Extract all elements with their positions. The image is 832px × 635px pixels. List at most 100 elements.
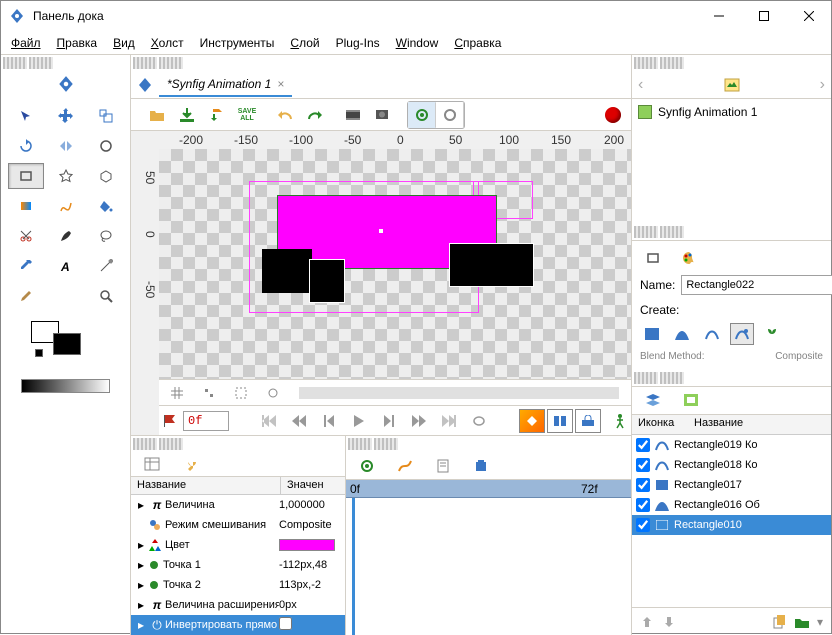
history-tab-icon[interactable] [434, 457, 452, 475]
tool-transform[interactable] [8, 103, 44, 129]
canvas[interactable] [159, 149, 631, 379]
params-header-name[interactable]: Название [131, 477, 281, 494]
maximize-button[interactable] [741, 1, 786, 31]
layers-header-name[interactable]: Название [688, 415, 749, 434]
layer-row[interactable]: Rectangle010 [632, 515, 831, 535]
layer-visible-checkbox[interactable] [636, 458, 650, 472]
params-tab-icon[interactable] [143, 455, 161, 473]
param-row[interactable]: ▸Точка 1-112px,48 [131, 555, 345, 575]
onion-skin-past-button[interactable] [408, 102, 436, 128]
tool-width[interactable] [48, 283, 84, 309]
canvas-browser-icon[interactable] [723, 77, 741, 93]
tool-polygon[interactable] [88, 163, 124, 189]
tool-brush[interactable] [8, 283, 44, 309]
seek-next-key-button[interactable] [407, 410, 431, 432]
canvas-browser-item[interactable]: Synfig Animation 1 [632, 99, 831, 125]
animate-mode-button[interactable] [547, 409, 573, 433]
layer-group-button[interactable] [795, 616, 809, 628]
tool-draw[interactable] [48, 223, 84, 249]
person-icon[interactable] [613, 413, 627, 429]
current-frame-input[interactable] [183, 411, 229, 431]
param-row[interactable]: ▸πВеличина1,000000 [131, 495, 345, 515]
nav-prev-button[interactable]: ‹ [638, 76, 643, 94]
param-row[interactable]: ▸Цвет [131, 535, 345, 555]
toggle-grid-snap-button[interactable] [195, 380, 223, 406]
tool-scale[interactable] [88, 103, 124, 129]
timeline-cursor[interactable] [352, 498, 355, 635]
tool-options-tab[interactable] [644, 249, 662, 267]
layer-lower-button[interactable] [662, 615, 676, 629]
keyframes-tab-icon[interactable] [181, 455, 199, 473]
create-rect-button[interactable] [640, 323, 664, 345]
tool-text[interactable]: A [48, 253, 84, 279]
layers-header-icon[interactable]: Иконка [632, 415, 688, 434]
seek-fwd-button[interactable] [377, 410, 401, 432]
background-color[interactable] [53, 333, 81, 355]
layer-menu-button[interactable]: ▾ [817, 615, 823, 629]
create-adv-outline-button[interactable] [730, 323, 754, 345]
tool-rotate[interactable] [8, 133, 44, 159]
param-row[interactable]: ▸πВеличина расширения0px [131, 595, 345, 615]
create-region-button[interactable] [670, 323, 694, 345]
tool-smooth-move[interactable] [48, 103, 84, 129]
layer-visible-checkbox[interactable] [636, 438, 650, 452]
tool-zoom[interactable] [88, 283, 124, 309]
param-row[interactable]: Режим смешиванияComposite [131, 515, 345, 535]
play-button[interactable] [347, 410, 371, 432]
seek-prev-key-button[interactable] [287, 410, 311, 432]
shape-rectangle-black[interactable] [262, 249, 312, 293]
tool-star[interactable] [48, 163, 84, 189]
param-row[interactable]: ▸⏻Инвертировать прямо [131, 615, 345, 635]
color-chip[interactable] [279, 539, 335, 551]
menu-help[interactable]: Справка [448, 34, 507, 52]
layer-row[interactable]: Rectangle017 [632, 475, 831, 495]
undo-button[interactable] [271, 102, 299, 128]
sets-tab[interactable] [682, 391, 700, 409]
tool-mirror[interactable] [48, 133, 84, 159]
menu-window[interactable]: Window [390, 34, 445, 52]
gradient-swatch[interactable] [21, 379, 110, 393]
close-tab-icon[interactable]: × [277, 77, 284, 91]
tool-spline[interactable] [48, 193, 84, 219]
open-button[interactable] [143, 102, 171, 128]
tool-circle[interactable] [88, 133, 124, 159]
canvas-scrollbar[interactable] [299, 387, 619, 399]
tool-bucket[interactable] [88, 193, 124, 219]
timetrack-tab-icon[interactable] [358, 457, 376, 475]
tool-lasso[interactable] [88, 223, 124, 249]
toggle-guides-button[interactable] [227, 380, 255, 406]
menu-plugins[interactable]: Plug-Ins [330, 34, 386, 52]
params-header-value[interactable]: Значен [281, 477, 345, 494]
menu-view[interactable]: Вид [107, 34, 141, 52]
tool-sketch[interactable] [88, 253, 124, 279]
tool-cutout[interactable] [8, 223, 44, 249]
layer-visible-checkbox[interactable] [636, 498, 650, 512]
create-plant-button[interactable] [760, 323, 784, 345]
timeline-ruler[interactable]: 0f 72f [346, 480, 631, 498]
seek-back-button[interactable] [317, 410, 341, 432]
create-outline-button[interactable] [700, 323, 724, 345]
menu-file[interactable]: Файл [5, 34, 47, 52]
save-button[interactable] [173, 102, 201, 128]
future-lock-button[interactable] [575, 409, 601, 433]
keyframe-lock-button[interactable] [519, 409, 545, 433]
seek-end-button[interactable] [437, 410, 461, 432]
save-as-button[interactable] [203, 102, 231, 128]
redo-button[interactable] [301, 102, 329, 128]
swap-colors-icon[interactable] [35, 349, 43, 357]
param-row[interactable]: ▸Точка 2113px,-2 [131, 575, 345, 595]
onion-skin-future-button[interactable] [436, 102, 464, 128]
render-button[interactable] [339, 102, 367, 128]
preview-button[interactable] [369, 102, 397, 128]
shape-rectangle-black[interactable] [309, 259, 345, 303]
layer-visible-checkbox[interactable] [636, 478, 650, 492]
color-swatches[interactable] [1, 315, 130, 375]
menu-tools[interactable]: Инструменты [194, 34, 281, 52]
library-tab-icon[interactable] [472, 457, 490, 475]
menu-layer[interactable]: Слой [284, 34, 325, 52]
center-point-icon[interactable] [379, 229, 383, 233]
layers-tab[interactable] [644, 391, 662, 409]
layer-raise-button[interactable] [640, 615, 654, 629]
shape-rectangle-black[interactable] [449, 243, 534, 287]
menu-edit[interactable]: Правка [51, 34, 104, 52]
